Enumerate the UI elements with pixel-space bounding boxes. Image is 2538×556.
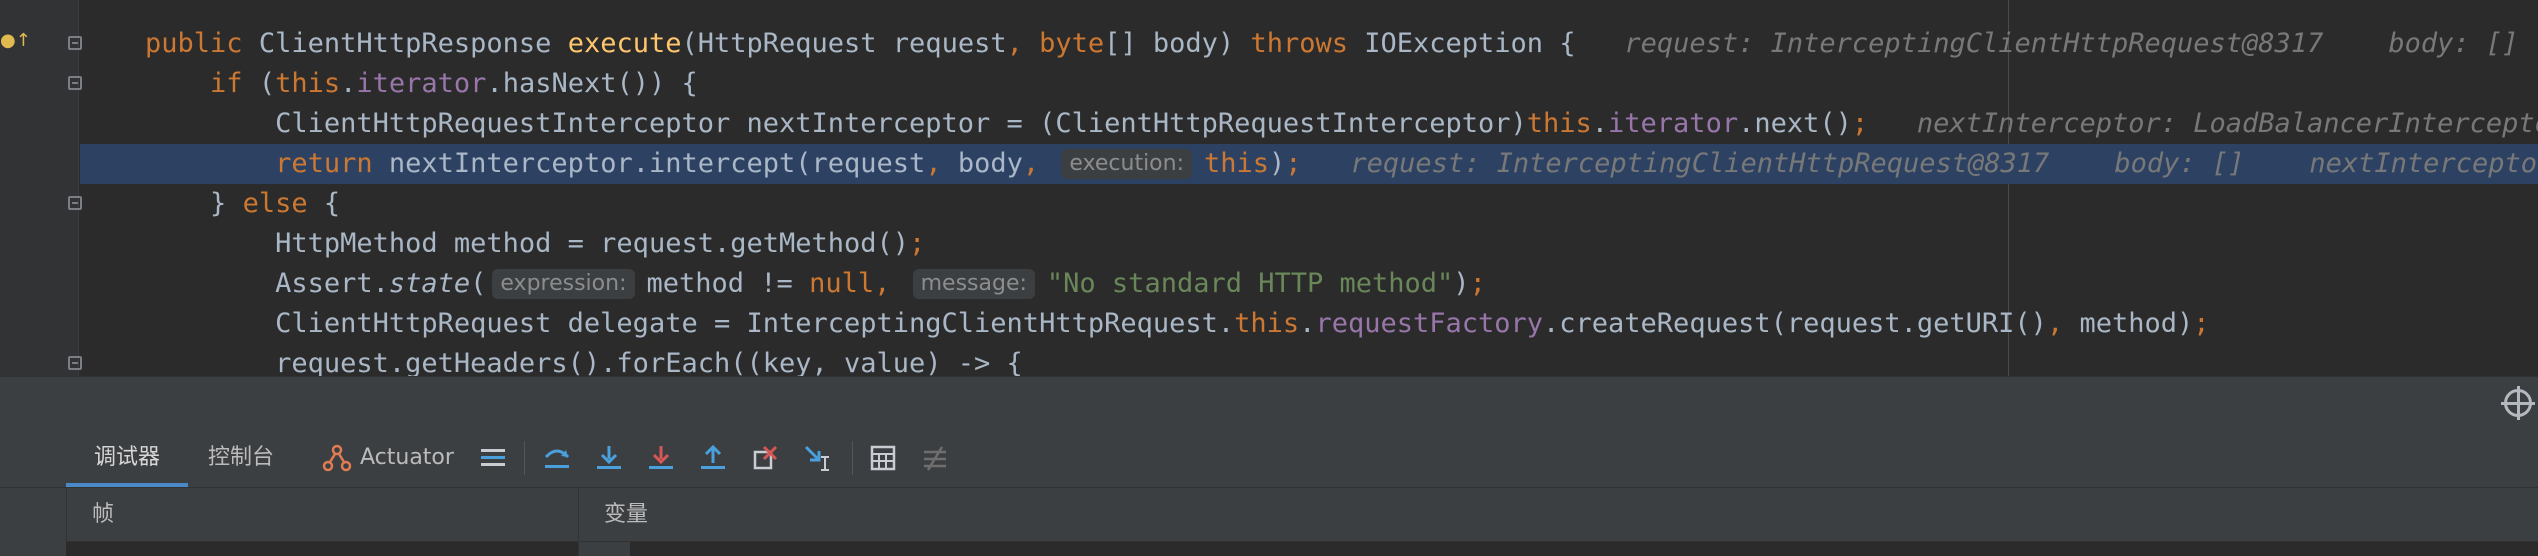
tab-debugger[interactable]: 调试器 [66,429,189,487]
code-token: ; [1851,108,1869,139]
threads-menu-icon[interactable] [478,443,508,473]
variables-tree[interactable] [630,542,2538,556]
code-token: .next() [1738,108,1852,139]
code-token: . [1299,308,1316,339]
code-token: method) [2079,308,2194,339]
inline-debug-value: nextInterceptor: LoadBalancerInterceptor [1868,108,2538,139]
code-token: . [1591,108,1609,139]
code-token: this [1234,308,1300,339]
code-token: body [957,148,1023,179]
code-token: ) [1269,148,1286,179]
code-token: ClientHttpResponse [258,28,568,59]
code-line[interactable]: Assert.state(expression: method != null, … [80,264,1486,304]
code-token: "No standard HTTP method" [1046,268,1454,299]
code-line[interactable]: HttpMethod method = request.getMethod(); [80,224,925,264]
gutter-separator [78,0,79,376]
code-token: } [80,188,243,219]
code-token: . [340,68,357,99]
code-token: , [1006,28,1040,59]
code-token: ; [909,228,926,259]
code-token: byte [1039,28,1105,59]
actuator-icon [322,444,352,472]
code-token: iterator [1608,108,1739,139]
code-token: , [2046,308,2080,339]
code-line[interactable]: request.getHeaders().forEach((key, value… [80,344,1023,376]
force-step-into-icon[interactable] [646,443,676,473]
code-token: public [145,28,259,59]
debug-toolwindow-header [0,376,2538,429]
debug-toolbar: 调试器 控制台 Actuator [0,429,2538,488]
code-line-current[interactable]: return nextInterceptor.intercept(request… [80,144,2538,184]
code-token: request.getHeaders().forEach((key, value… [80,348,1023,376]
variables-toolbar [579,542,629,556]
code-editor[interactable]: ●↑ public ClientHttpResponse execute(Htt… [0,0,2538,376]
code-token: ) [1453,268,1470,299]
evaluate-expression-icon[interactable] [868,443,898,473]
code-line[interactable]: ClientHttpRequest delegate = Interceptin… [80,304,2210,344]
code-token: this [275,68,341,99]
code-token: .hasNext()) { [486,68,698,99]
code-token: , [1022,148,1056,179]
tab-actuator-label: Actuator [360,445,454,470]
code-token: ( [258,68,276,99]
code-token: nextInterceptor.intercept(request [388,148,926,179]
code-token: ; [2193,308,2210,339]
variables-panel-title: 变量 [604,502,649,527]
code-token: , [874,268,907,299]
parameter-hint: execution: [1061,149,1192,179]
frames-panel-title: 帧 [92,502,115,527]
code-token: [] body) [1104,28,1251,59]
code-line[interactable]: public ClientHttpResponse execute(HttpRe… [80,24,2518,64]
code-token: Assert. [80,268,389,299]
editor-gutter[interactable] [0,0,78,376]
code-token: requestFactory [1315,308,1544,339]
parameter-hint: message: [912,269,1035,299]
step-over-icon[interactable] [542,443,572,473]
code-token: if [210,68,259,99]
code-token: HttpMethod method = request.getMethod() [80,228,910,259]
code-token: ( [470,268,487,299]
code-token: ; [1469,268,1486,299]
toolbar-separator [524,441,525,475]
code-token: execute [567,28,682,59]
code-token: (HttpRequest request [681,28,1007,59]
run-to-cursor-icon[interactable] [802,443,832,473]
code-token: method != [646,268,810,299]
code-token: null [809,268,875,299]
code-token: ; [1285,148,1302,179]
trace-icon[interactable] [920,443,950,473]
frames-list[interactable] [66,542,578,556]
tab-actuator[interactable]: Actuator [300,429,482,487]
code-token: iterator [356,68,487,99]
code-token: return [275,148,389,179]
code-token: ClientHttpRequestInterceptor nextInterce… [80,108,1527,139]
code-token: else [242,188,324,219]
drop-frame-icon[interactable] [750,443,780,473]
code-token: ClientHttpRequest delegate = Interceptin… [80,308,1235,339]
code-token: .createRequest(request.getURI() [1543,308,2047,339]
code-token: this [1526,108,1592,139]
code-line[interactable]: } else { [80,184,340,224]
code-token: IOException { [1364,28,1625,59]
inline-debug-value: request: InterceptingClientHttpRequest@8… [1301,148,2538,179]
code-token: { [323,188,341,219]
code-token: throws [1250,28,1365,59]
code-token: , [925,148,958,179]
debug-side-strip[interactable] [0,488,67,556]
code-line[interactable]: if (this.iterator.hasNext()) { [80,64,698,104]
override-marker-icon[interactable]: ●↑ [0,30,31,51]
code-token: state [388,268,471,299]
parameter-hint: expression: [492,269,635,299]
code-token: this [1204,148,1270,179]
toolbar-separator [852,441,853,475]
settings-icon[interactable] [2501,386,2535,420]
code-line[interactable]: ClientHttpRequestInterceptor nextInterce… [80,104,2538,144]
tab-console[interactable]: 控制台 [180,429,302,487]
step-out-icon[interactable] [698,443,728,473]
inline-debug-value: request: InterceptingClientHttpRequest@8… [1624,28,2519,59]
step-into-icon[interactable] [594,443,624,473]
